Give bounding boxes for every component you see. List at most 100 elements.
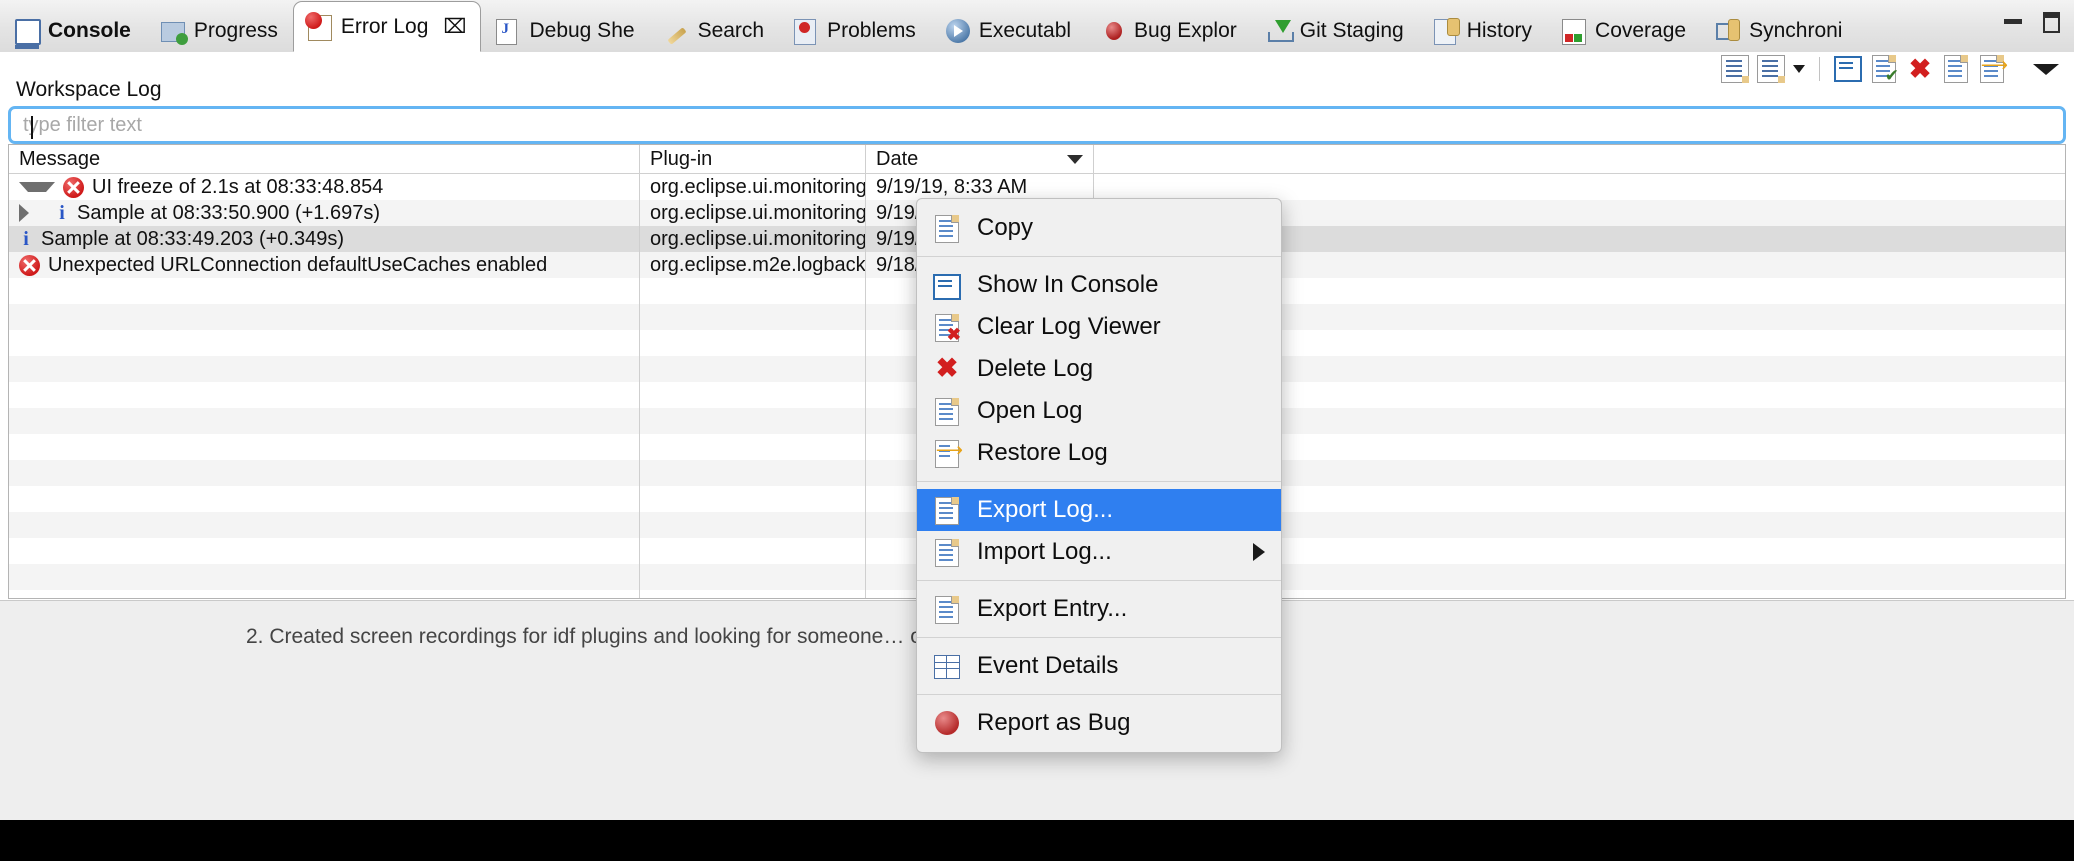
column-header-date[interactable]: Date — [865, 145, 1093, 173]
cell-message: UI freeze of 2.1s at 08:33:48.854 — [9, 174, 639, 200]
cell-empty — [639, 304, 865, 330]
collapse-twisty-icon[interactable] — [19, 182, 55, 192]
tab-close-icon[interactable]: ⌧ — [443, 17, 466, 37]
text-caret — [31, 116, 33, 139]
tab-history[interactable]: History — [1419, 8, 1547, 52]
cell-extra — [1093, 174, 2065, 200]
tab-bug-explor[interactable]: Bug Explor — [1086, 8, 1252, 52]
menu-item-label: Copy — [977, 214, 1265, 242]
tab-label: Error Log — [341, 16, 429, 37]
message-text: Sample at 08:33:50.900 (+1.697s) — [77, 202, 380, 225]
tab-debug-she[interactable]: Debug She — [481, 8, 649, 52]
cell-empty — [9, 408, 639, 434]
context-menu: CopyShow In Console✖Clear Log Viewer✖Del… — [916, 198, 1282, 753]
show-in-console-icon — [933, 271, 961, 299]
cell-empty — [639, 564, 865, 590]
menu-item-label: Delete Log — [977, 355, 1265, 383]
tab-progress[interactable]: Progress — [146, 8, 293, 52]
menu-item-label: Event Details — [977, 652, 1265, 680]
menu-item-label: Show In Console — [977, 271, 1265, 299]
filter-field-wrapper[interactable] — [8, 106, 2066, 144]
window-controls — [2003, 12, 2060, 33]
cell-empty — [639, 356, 865, 382]
workspace-log-label: Workspace Log — [16, 78, 162, 102]
menu-item-label: Open Log — [977, 397, 1265, 425]
menu-item-show-in-console[interactable]: Show In Console — [917, 264, 1281, 306]
tab-console[interactable]: Console — [0, 8, 146, 52]
menu-item-label: Export Entry... — [977, 595, 1265, 623]
problems-icon — [794, 19, 818, 43]
cell-empty — [9, 382, 639, 408]
column-header-extra[interactable] — [1093, 145, 2065, 173]
cell-message: iSample at 08:33:49.203 (+0.349s) — [9, 226, 639, 252]
tab-error-log[interactable]: Error Log ⌧ — [293, 1, 482, 52]
menu-item-open-log[interactable]: Open Log — [917, 390, 1281, 432]
cell-message: Unexpected URLConnection defaultUseCache… — [9, 252, 639, 278]
tab-label: Problems — [827, 20, 916, 41]
cell-empty — [639, 382, 865, 408]
cell-empty — [639, 460, 865, 486]
menu-separator — [917, 580, 1281, 581]
delete-log-icon: ✖ — [933, 355, 961, 383]
menu-item-label: Report as Bug — [977, 709, 1265, 737]
table-header-row: Message Plug-in Date — [9, 145, 2065, 174]
cell-empty — [9, 278, 639, 304]
table-row[interactable]: UI freeze of 2.1s at 08:33:48.854org.ecl… — [9, 174, 2065, 200]
filter-input[interactable] — [11, 109, 2063, 141]
menu-item-label: Import Log... — [977, 538, 1237, 566]
cell-empty — [9, 356, 639, 382]
tab-synchroni[interactable]: Synchroni — [1701, 8, 1857, 52]
menu-item-label: Export Log... — [977, 496, 1265, 524]
cell-empty — [9, 512, 639, 538]
error-log-icon — [308, 15, 332, 39]
tab-executabl[interactable]: Executabl — [931, 8, 1086, 52]
menu-item-copy[interactable]: Copy — [917, 207, 1281, 249]
console-icon — [15, 19, 39, 43]
tab-label: Console — [48, 20, 131, 41]
tab-label: Debug She — [529, 20, 634, 41]
menu-item-export-log[interactable]: Export Log... — [917, 489, 1281, 531]
tab-git-staging[interactable]: Git Staging — [1252, 8, 1419, 52]
history-icon — [1434, 19, 1458, 43]
error-severity-icon — [63, 177, 84, 198]
import-log-icon — [933, 538, 961, 566]
tab-coverage[interactable]: Coverage — [1547, 8, 1701, 52]
cell-empty — [9, 538, 639, 564]
tab-label: Search — [698, 20, 765, 41]
submenu-arrow-icon — [1253, 543, 1265, 561]
black-strip — [0, 820, 2074, 861]
copy-icon — [933, 214, 961, 242]
cell-plugin: org.eclipse.m2e.logback.... — [639, 252, 865, 278]
tab-label: Bug Explor — [1134, 20, 1237, 41]
menu-separator — [917, 637, 1281, 638]
menu-separator — [917, 256, 1281, 257]
column-header-message[interactable]: Message — [9, 145, 639, 173]
sort-descending-icon — [1067, 155, 1083, 164]
clear-log-viewer-icon: ✖ — [933, 313, 961, 341]
tab-label: Coverage — [1595, 20, 1686, 41]
export-log-icon — [933, 496, 961, 524]
event-details-icon — [933, 652, 961, 680]
menu-item-restore-log[interactable]: ⟶Restore Log — [917, 432, 1281, 474]
cell-plugin: org.eclipse.ui.monitoring — [639, 226, 865, 252]
menu-item-report-as-bug[interactable]: Report as Bug — [917, 702, 1281, 744]
tab-label: Synchroni — [1749, 20, 1842, 41]
tab-problems[interactable]: Problems — [779, 8, 931, 52]
cell-empty — [9, 590, 639, 599]
minimize-icon[interactable] — [2003, 13, 2025, 33]
expand-twisty-icon[interactable] — [19, 204, 47, 222]
cell-empty — [639, 278, 865, 304]
cell-empty — [639, 590, 865, 599]
menu-item-export-entry[interactable]: Export Entry... — [917, 588, 1281, 630]
cell-empty — [639, 512, 865, 538]
maximize-icon[interactable] — [2043, 12, 2060, 33]
menu-item-delete-log[interactable]: ✖ Delete Log — [917, 348, 1281, 390]
export-entry-icon — [933, 595, 961, 623]
menu-item-import-log[interactable]: Import Log... — [917, 531, 1281, 573]
menu-item-event-details[interactable]: Event Details — [917, 645, 1281, 687]
tab-search[interactable]: Search — [650, 8, 780, 52]
menu-item-clear-log-viewer[interactable]: ✖Clear Log Viewer — [917, 306, 1281, 348]
debug-shell-icon — [496, 19, 520, 43]
coverage-icon — [1562, 19, 1586, 43]
column-header-plugin[interactable]: Plug-in — [639, 145, 865, 173]
